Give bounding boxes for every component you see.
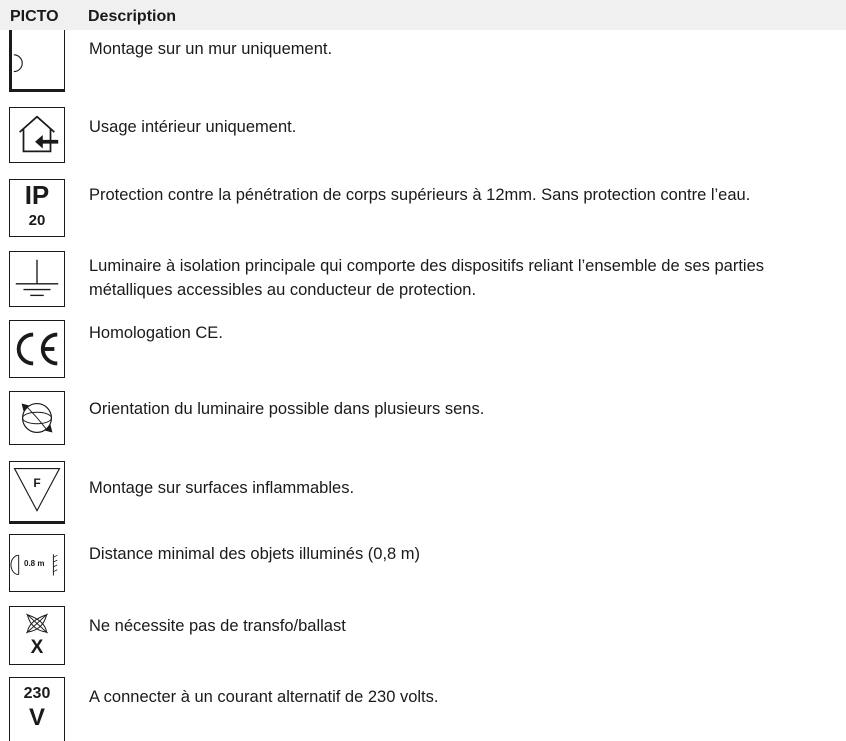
row-description: Homologation CE. bbox=[89, 324, 223, 342]
row-description: Distance minimal des objets illuminés (0… bbox=[89, 545, 421, 563]
table-header: PICTO Description bbox=[0, 0, 846, 30]
header-picto: PICTO bbox=[10, 8, 59, 25]
ip20-icon: IP 20 bbox=[9, 179, 65, 237]
wall-mount-icon bbox=[9, 30, 65, 92]
voltage-icon: 230 V bbox=[9, 677, 65, 741]
row-description: Protection contre la pénétration de corp… bbox=[89, 186, 751, 204]
orientation-icon bbox=[9, 391, 65, 445]
earth-ground-icon bbox=[9, 251, 65, 307]
row-description: Luminaire à isolation principale qui com… bbox=[89, 257, 765, 299]
ce-mark-icon bbox=[9, 320, 65, 378]
flammable-surface-icon: F bbox=[9, 461, 65, 524]
row-description: Montage sur surfaces inflammables. bbox=[89, 479, 355, 497]
row-description: Montage sur un mur uniquement. bbox=[89, 40, 333, 58]
row-description: Orientation du luminaire possible dans p… bbox=[89, 400, 485, 418]
indoor-use-icon bbox=[9, 107, 65, 163]
no-transformer-icon: X bbox=[9, 606, 65, 665]
header-description: Description bbox=[88, 8, 177, 25]
row-description: Ne nécessite pas de transfo/ballast bbox=[89, 617, 346, 635]
row-description: Usage intérieur uniquement. bbox=[89, 118, 297, 136]
distance-icon: 0.8 m bbox=[9, 534, 65, 592]
row-description: A connecter à un courant alternatif de 2… bbox=[89, 688, 439, 706]
